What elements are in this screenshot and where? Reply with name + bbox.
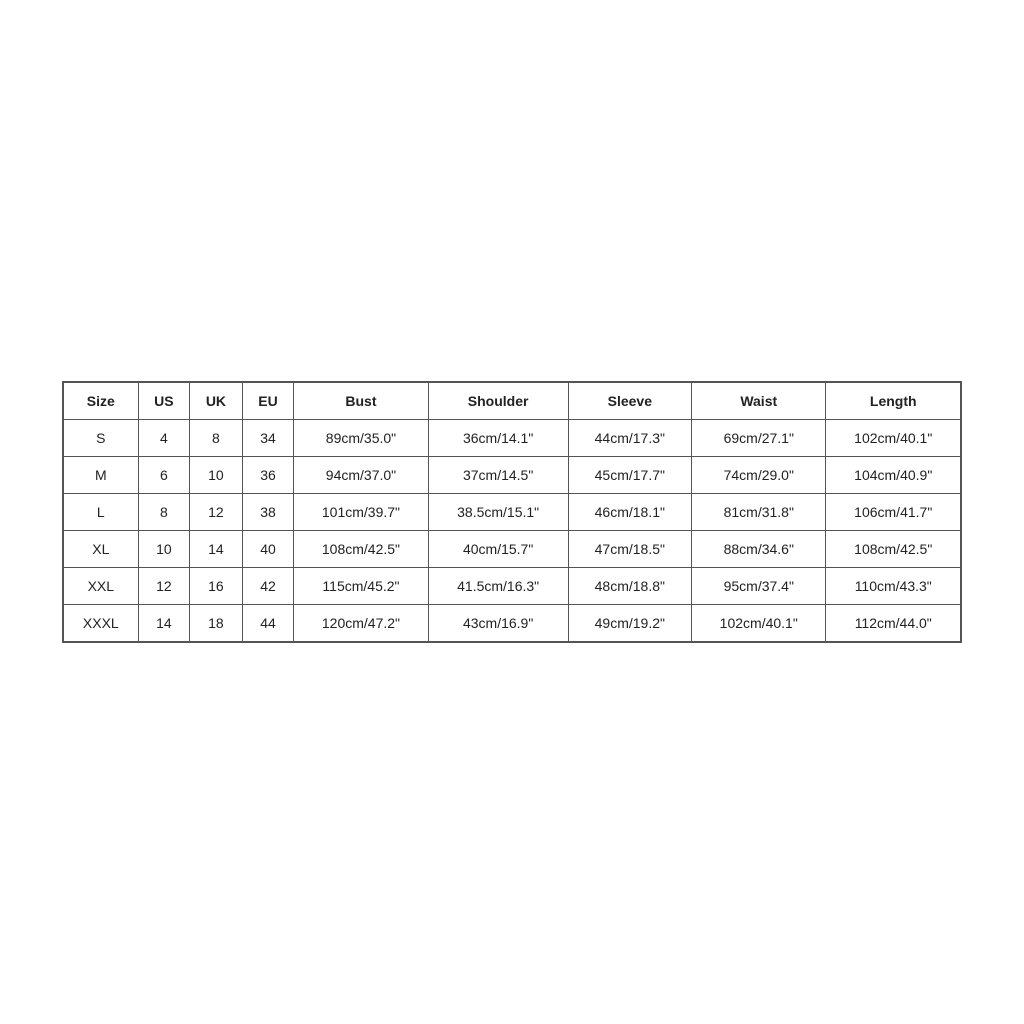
cell-us: 10	[138, 531, 190, 568]
header-sleeve: Sleeve	[568, 383, 691, 420]
header-eu: EU	[242, 383, 294, 420]
cell-uk: 10	[190, 457, 243, 494]
cell-shoulder: 43cm/16.9"	[428, 605, 568, 642]
cell-eu: 42	[242, 568, 294, 605]
cell-shoulder: 37cm/14.5"	[428, 457, 568, 494]
cell-size: M	[64, 457, 139, 494]
header-size: Size	[64, 383, 139, 420]
cell-eu: 44	[242, 605, 294, 642]
cell-waist: 88cm/34.6"	[692, 531, 826, 568]
cell-waist: 69cm/27.1"	[692, 420, 826, 457]
table-row: L81238101cm/39.7"38.5cm/15.1"46cm/18.1"8…	[64, 494, 961, 531]
size-chart-container: Size US UK EU Bust Shoulder Sleeve Waist…	[62, 381, 962, 643]
cell-length: 104cm/40.9"	[826, 457, 961, 494]
cell-sleeve: 49cm/19.2"	[568, 605, 691, 642]
cell-shoulder: 38.5cm/15.1"	[428, 494, 568, 531]
header-us: US	[138, 383, 190, 420]
cell-eu: 40	[242, 531, 294, 568]
cell-eu: 34	[242, 420, 294, 457]
table-header-row: Size US UK EU Bust Shoulder Sleeve Waist…	[64, 383, 961, 420]
cell-size: XXXL	[64, 605, 139, 642]
cell-uk: 14	[190, 531, 243, 568]
cell-uk: 18	[190, 605, 243, 642]
cell-sleeve: 44cm/17.3"	[568, 420, 691, 457]
cell-size: S	[64, 420, 139, 457]
cell-length: 110cm/43.3"	[826, 568, 961, 605]
cell-length: 102cm/40.1"	[826, 420, 961, 457]
cell-sleeve: 46cm/18.1"	[568, 494, 691, 531]
cell-length: 112cm/44.0"	[826, 605, 961, 642]
table-row: XL101440108cm/42.5"40cm/15.7"47cm/18.5"8…	[64, 531, 961, 568]
cell-bust: 101cm/39.7"	[294, 494, 428, 531]
cell-bust: 89cm/35.0"	[294, 420, 428, 457]
cell-size: XXL	[64, 568, 139, 605]
cell-bust: 94cm/37.0"	[294, 457, 428, 494]
cell-us: 14	[138, 605, 190, 642]
cell-sleeve: 45cm/17.7"	[568, 457, 691, 494]
cell-shoulder: 36cm/14.1"	[428, 420, 568, 457]
header-waist: Waist	[692, 383, 826, 420]
cell-waist: 95cm/37.4"	[692, 568, 826, 605]
cell-shoulder: 40cm/15.7"	[428, 531, 568, 568]
cell-us: 8	[138, 494, 190, 531]
size-chart-table: Size US UK EU Bust Shoulder Sleeve Waist…	[63, 382, 961, 642]
cell-bust: 108cm/42.5"	[294, 531, 428, 568]
cell-uk: 16	[190, 568, 243, 605]
cell-waist: 74cm/29.0"	[692, 457, 826, 494]
header-uk: UK	[190, 383, 243, 420]
cell-size: L	[64, 494, 139, 531]
cell-us: 12	[138, 568, 190, 605]
header-length: Length	[826, 383, 961, 420]
cell-bust: 115cm/45.2"	[294, 568, 428, 605]
cell-us: 4	[138, 420, 190, 457]
table-row: M6103694cm/37.0"37cm/14.5"45cm/17.7"74cm…	[64, 457, 961, 494]
cell-uk: 12	[190, 494, 243, 531]
cell-us: 6	[138, 457, 190, 494]
table-row: XXXL141844120cm/47.2"43cm/16.9"49cm/19.2…	[64, 605, 961, 642]
cell-uk: 8	[190, 420, 243, 457]
table-row: S483489cm/35.0"36cm/14.1"44cm/17.3"69cm/…	[64, 420, 961, 457]
cell-sleeve: 47cm/18.5"	[568, 531, 691, 568]
cell-length: 108cm/42.5"	[826, 531, 961, 568]
cell-length: 106cm/41.7"	[826, 494, 961, 531]
cell-shoulder: 41.5cm/16.3"	[428, 568, 568, 605]
cell-sleeve: 48cm/18.8"	[568, 568, 691, 605]
cell-size: XL	[64, 531, 139, 568]
cell-eu: 38	[242, 494, 294, 531]
cell-waist: 102cm/40.1"	[692, 605, 826, 642]
header-bust: Bust	[294, 383, 428, 420]
table-row: XXL121642115cm/45.2"41.5cm/16.3"48cm/18.…	[64, 568, 961, 605]
header-shoulder: Shoulder	[428, 383, 568, 420]
cell-bust: 120cm/47.2"	[294, 605, 428, 642]
cell-waist: 81cm/31.8"	[692, 494, 826, 531]
cell-eu: 36	[242, 457, 294, 494]
